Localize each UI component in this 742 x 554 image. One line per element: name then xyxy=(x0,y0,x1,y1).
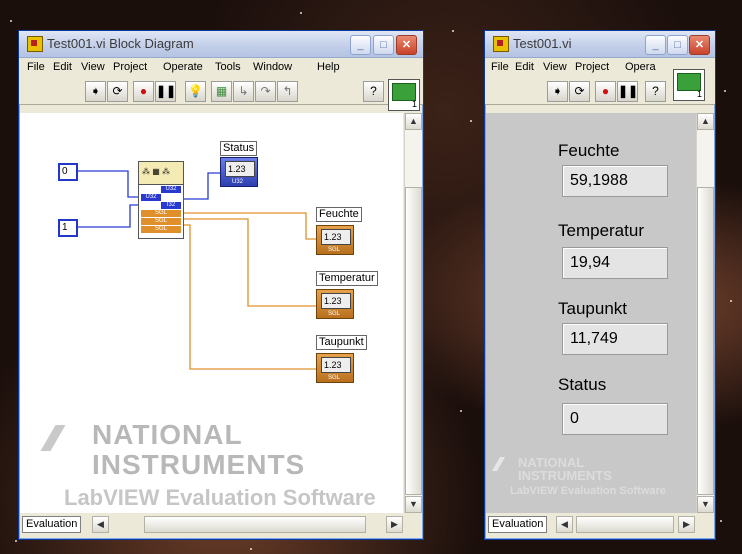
temperatur-label: Temperatur xyxy=(558,221,644,240)
scroll-left-icon[interactable]: ◀ xyxy=(92,516,109,533)
help-icon[interactable]: ? xyxy=(363,81,384,102)
status-value: 0 xyxy=(562,403,668,435)
status-label: Status xyxy=(558,375,607,394)
feuchte-indicator[interactable]: 1.23 SGL xyxy=(316,225,354,255)
subvi-terminal: U32 xyxy=(161,186,181,193)
minimize-button[interactable]: _ xyxy=(350,35,371,55)
menu-edit[interactable]: Edit xyxy=(515,61,534,73)
run-continuous-icon[interactable]: ⟳ xyxy=(107,81,128,102)
constant-zero[interactable]: 0 xyxy=(58,163,78,181)
abort-icon[interactable]: ● xyxy=(595,81,616,102)
front-panel-canvas[interactable]: Feuchte 59,1988 Temperatur 19,94 Taupunk… xyxy=(486,113,696,513)
subvi-terminal: SGL xyxy=(141,218,181,225)
hscroll-thumb[interactable] xyxy=(576,516,674,533)
vertical-scrollbar[interactable]: ▲ ▼ xyxy=(696,113,714,513)
menu-window[interactable]: Window xyxy=(253,61,292,73)
menu-project[interactable]: Project xyxy=(575,61,609,73)
labview-app-icon xyxy=(27,36,43,52)
feuchte-indicator-label: Feuchte xyxy=(316,207,362,222)
abort-icon[interactable]: ● xyxy=(133,81,154,102)
scroll-right-icon[interactable]: ▶ xyxy=(386,516,403,533)
menu-file[interactable]: File xyxy=(491,61,509,73)
titlebar[interactable]: Test001.vi Block Diagram _ □ ✕ xyxy=(19,31,423,58)
run-continuous-icon[interactable]: ⟳ xyxy=(569,81,590,102)
minimize-button[interactable]: _ xyxy=(645,35,666,55)
menu-help[interactable]: Help xyxy=(317,61,340,73)
help-icon[interactable]: ? xyxy=(645,81,666,102)
step-over-icon[interactable]: ↷ xyxy=(255,81,276,102)
constant-one[interactable]: 1 xyxy=(58,219,78,237)
menu-file[interactable]: File xyxy=(27,61,45,73)
temperatur-indicator-label: Temperatur xyxy=(316,271,378,286)
scroll-left-icon[interactable]: ◀ xyxy=(556,516,573,533)
scroll-thumb[interactable] xyxy=(405,187,422,495)
menu-edit[interactable]: Edit xyxy=(53,61,72,73)
scroll-up-icon[interactable]: ▲ xyxy=(697,113,714,130)
window-title: Test001.vi xyxy=(513,36,572,51)
retain-wire-values-icon[interactable]: ▦ xyxy=(211,81,232,102)
subvi-terminal: U32 xyxy=(141,194,161,201)
subvi-terminal: I32 xyxy=(161,202,181,209)
front-panel-window: Test001.vi _ □ ✕ File Edit View Project … xyxy=(484,30,716,540)
menu-view[interactable]: View xyxy=(543,61,567,73)
evaluation-label: Evaluation xyxy=(22,516,82,533)
menu-operate[interactable]: Operate xyxy=(163,61,203,73)
temperatur-indicator[interactable]: 1.23 SGL xyxy=(316,289,354,319)
close-button[interactable]: ✕ xyxy=(689,35,710,55)
menu-tools[interactable]: Tools xyxy=(215,61,241,73)
menu-project[interactable]: Project xyxy=(113,61,147,73)
step-into-icon[interactable]: ↳ xyxy=(233,81,254,102)
window-title: Test001.vi Block Diagram xyxy=(47,36,194,51)
status-bar: Evaluation ◀ ▶ xyxy=(486,515,712,533)
taupunkt-label: Taupunkt xyxy=(558,299,627,318)
menu-view[interactable]: View xyxy=(81,61,105,73)
highlight-bulb-icon[interactable]: 💡 xyxy=(185,81,206,102)
close-button[interactable]: ✕ xyxy=(396,35,417,55)
block-diagram-window: Test001.vi Block Diagram _ □ ✕ File Edit… xyxy=(18,30,424,540)
menu-bar: File Edit View Project Operate Tools Win… xyxy=(19,58,423,78)
scroll-thumb[interactable] xyxy=(697,187,714,495)
status-indicator[interactable]: 1.23 U32 xyxy=(220,157,258,187)
temperatur-value: 19,94 xyxy=(562,247,668,279)
status-bar: Evaluation ◀ ▶ xyxy=(20,515,420,533)
pause-icon[interactable]: ❚❚ xyxy=(617,81,638,102)
pause-icon[interactable]: ❚❚ xyxy=(155,81,176,102)
taupunkt-value: 11,749 xyxy=(562,323,668,355)
diagram-canvas[interactable]: 0 1 ⁂ ▦ ⁂ U32 U32 I32 SGL SGL SGL Status… xyxy=(20,113,403,513)
step-out-icon[interactable]: ↰ xyxy=(277,81,298,102)
subvi-icon: ⁂ ▦ ⁂ xyxy=(139,162,183,185)
subvi-node[interactable]: ⁂ ▦ ⁂ U32 U32 I32 SGL SGL SGL xyxy=(138,161,184,239)
labview-app-icon xyxy=(493,36,509,52)
titlebar[interactable]: Test001.vi _ □ ✕ xyxy=(485,31,715,58)
run-arrow-icon[interactable]: ➧ xyxy=(547,81,568,102)
scroll-right-icon[interactable]: ▶ xyxy=(678,516,695,533)
taupunkt-indicator-label: Taupunkt xyxy=(316,335,367,350)
vi-connector-icon[interactable]: 1 xyxy=(673,69,705,101)
scroll-down-icon[interactable]: ▼ xyxy=(405,496,422,513)
hscroll-thumb[interactable] xyxy=(144,516,366,533)
evaluation-label: Evaluation xyxy=(488,516,548,533)
feuchte-label: Feuchte xyxy=(558,141,620,160)
maximize-button[interactable]: □ xyxy=(373,35,394,55)
scroll-up-icon[interactable]: ▲ xyxy=(405,113,422,130)
menu-operate[interactable]: Opera xyxy=(625,61,656,73)
status-indicator-label: Status xyxy=(220,141,258,156)
ni-logo-icon xyxy=(491,457,522,471)
taupunkt-indicator[interactable]: 1.23 SGL xyxy=(316,353,354,383)
toolbar: ➧ ⟳ ● ❚❚ 💡 ▦ ↳ ↷ ↰ ? xyxy=(19,78,423,105)
vi-connector-icon[interactable]: 1 xyxy=(388,79,420,111)
feuchte-value: 59,1988 xyxy=(562,165,668,197)
subvi-terminal: SGL xyxy=(141,226,181,233)
run-arrow-icon[interactable]: ➧ xyxy=(85,81,106,102)
scroll-down-icon[interactable]: ▼ xyxy=(697,496,714,513)
maximize-button[interactable]: □ xyxy=(667,35,688,55)
subvi-terminal: SGL xyxy=(141,210,181,217)
vertical-scrollbar[interactable]: ▲ ▼ xyxy=(404,113,422,513)
